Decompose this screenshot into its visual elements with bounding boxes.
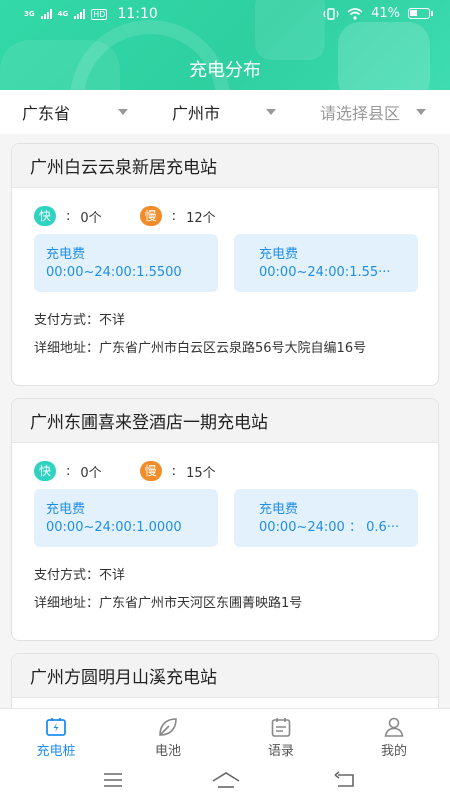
station-name: 广州东圃喜来登酒店一期充电站 [12,399,438,443]
district-placeholder: 请选择县区 [320,104,401,123]
payment-value: 不详 [99,313,126,328]
fee-title: 充电费 [46,502,86,517]
fee-box: 充电费 00:00~24:00:1.0000 [34,489,218,547]
back-icon[interactable] [332,770,356,790]
station-card[interactable]: 广州东圃喜来登酒店一期充电站 快 : 0个 慢 : 15个 充电费 00:00~… [11,398,439,641]
district-dropdown[interactable]: 请选择县区 [320,90,426,134]
fee-box: 充电费 00:00~24:00 ： 0.6··· [234,489,418,547]
user-icon [384,717,404,737]
signal-icon [74,9,86,19]
province-dropdown[interactable]: 广东省 [22,90,128,134]
pile-counts: 快 : 0个 慢 : 15个 [34,461,216,481]
slow-badge: 慢 [139,206,162,226]
nav-label: 充电桩 [36,744,76,759]
payment-label: 支付方式： [34,313,100,328]
nav-label: 电池 [154,744,181,759]
address-row: 详细地址： 广东省广州市白云区云泉路56号大院自编16号 [34,340,389,357]
nav-tab-mine[interactable]: 我的 [338,709,450,763]
payment-row: 支付方式：不详 [34,567,125,584]
station-card[interactable]: 广州方圆明月山溪充电站 [11,653,439,708]
dropdown-arrow-icon [266,109,276,115]
battery-percent: 41% [371,6,400,21]
pile-counts: 快 : 0个 慢 : 12个 [34,206,216,226]
clock: 11:10 [117,6,158,22]
network-4g-label: 4G [57,9,69,18]
fee-title: 充电费 [259,502,299,517]
nav-label: 语录 [267,744,294,759]
province-value: 广东省 [22,104,71,123]
fee-title: 充电费 [46,247,86,262]
charging-pile-icon [46,718,66,736]
slow-count: 15个 [186,465,216,481]
fee-box: 充电费 00:00~24:00:1.5500 [34,234,218,292]
battery-icon [408,8,433,19]
fee-box: 充电费 00:00~24:00:1.55··· [234,234,418,292]
city-value: 广州市 [172,104,221,123]
fee-detail: 00:00~24:00:1.55··· [259,265,391,280]
station-card[interactable]: 广州白云云泉新居充电站 快 : 0个 慢 : 12个 充电费 00:00~24:… [11,143,439,386]
fee-title: 充电费 [259,247,299,262]
page-title: 充电分布 [189,60,261,81]
nav-tab-charging-pile[interactable]: 充电桩 [0,709,112,763]
signal-icon [40,9,52,19]
dropdown-arrow-icon [416,109,426,115]
fee-detail: 00:00~24:00:1.5500 [46,265,182,280]
address-label: 详细地址： [34,341,100,356]
network-3g-label: 3G [24,9,35,18]
payment-label: 支付方式： [34,568,100,583]
address-value: 广东省广州市天河区东圃菁映路1号 [99,596,303,611]
system-nav-bar [0,762,450,800]
address-label: 详细地址： [34,596,100,611]
payment-value: 不详 [99,568,126,583]
slow-badge: 慢 [139,461,162,481]
hd-badge: HD [91,8,108,20]
fast-badge: 快 [34,206,56,226]
status-bar: 3G 4G HD 11:10 41% [0,0,450,30]
payment-row: 支付方式：不详 [34,312,125,329]
fast-count: 0个 [80,210,102,226]
dropdown-arrow-icon [118,109,128,115]
station-list[interactable]: 广州白云云泉新居充电站 快 : 0个 慢 : 12个 充电费 00:00~24:… [0,134,450,708]
bottom-nav: 充电桩 电池 语录 我的 [0,708,450,762]
address-row: 详细地址： 广东省广州市天河区东圃菁映路1号 [34,595,389,612]
nav-tab-battery[interactable]: 电池 [112,709,224,763]
wifi-icon [347,7,363,20]
city-dropdown[interactable]: 广州市 [172,90,276,134]
station-name: 广州方圆明月山溪充电站 [12,654,438,698]
menu-icon[interactable] [102,770,124,790]
leaf-icon [159,718,177,736]
address-value: 广东省广州市白云区云泉路56号大院自编16号 [99,341,367,356]
nav-label: 我的 [380,744,407,759]
calendar-icon [271,718,291,737]
slow-count: 12个 [186,210,216,226]
fast-count: 0个 [80,465,102,481]
fee-detail: 00:00~24:00:1.0000 [46,520,182,535]
header: 3G 4G HD 11:10 41% 充电分布 [0,0,450,90]
fast-badge: 快 [34,461,56,481]
fee-detail: 00:00~24:00 ： 0.6··· [259,520,400,535]
nav-tab-quotes[interactable]: 语录 [225,709,337,763]
station-name: 广州白云云泉新居充电站 [12,144,438,188]
vibrate-icon [323,7,339,20]
home-icon[interactable] [210,770,242,790]
region-filter-bar: 广东省 广州市 请选择县区 [0,90,450,134]
